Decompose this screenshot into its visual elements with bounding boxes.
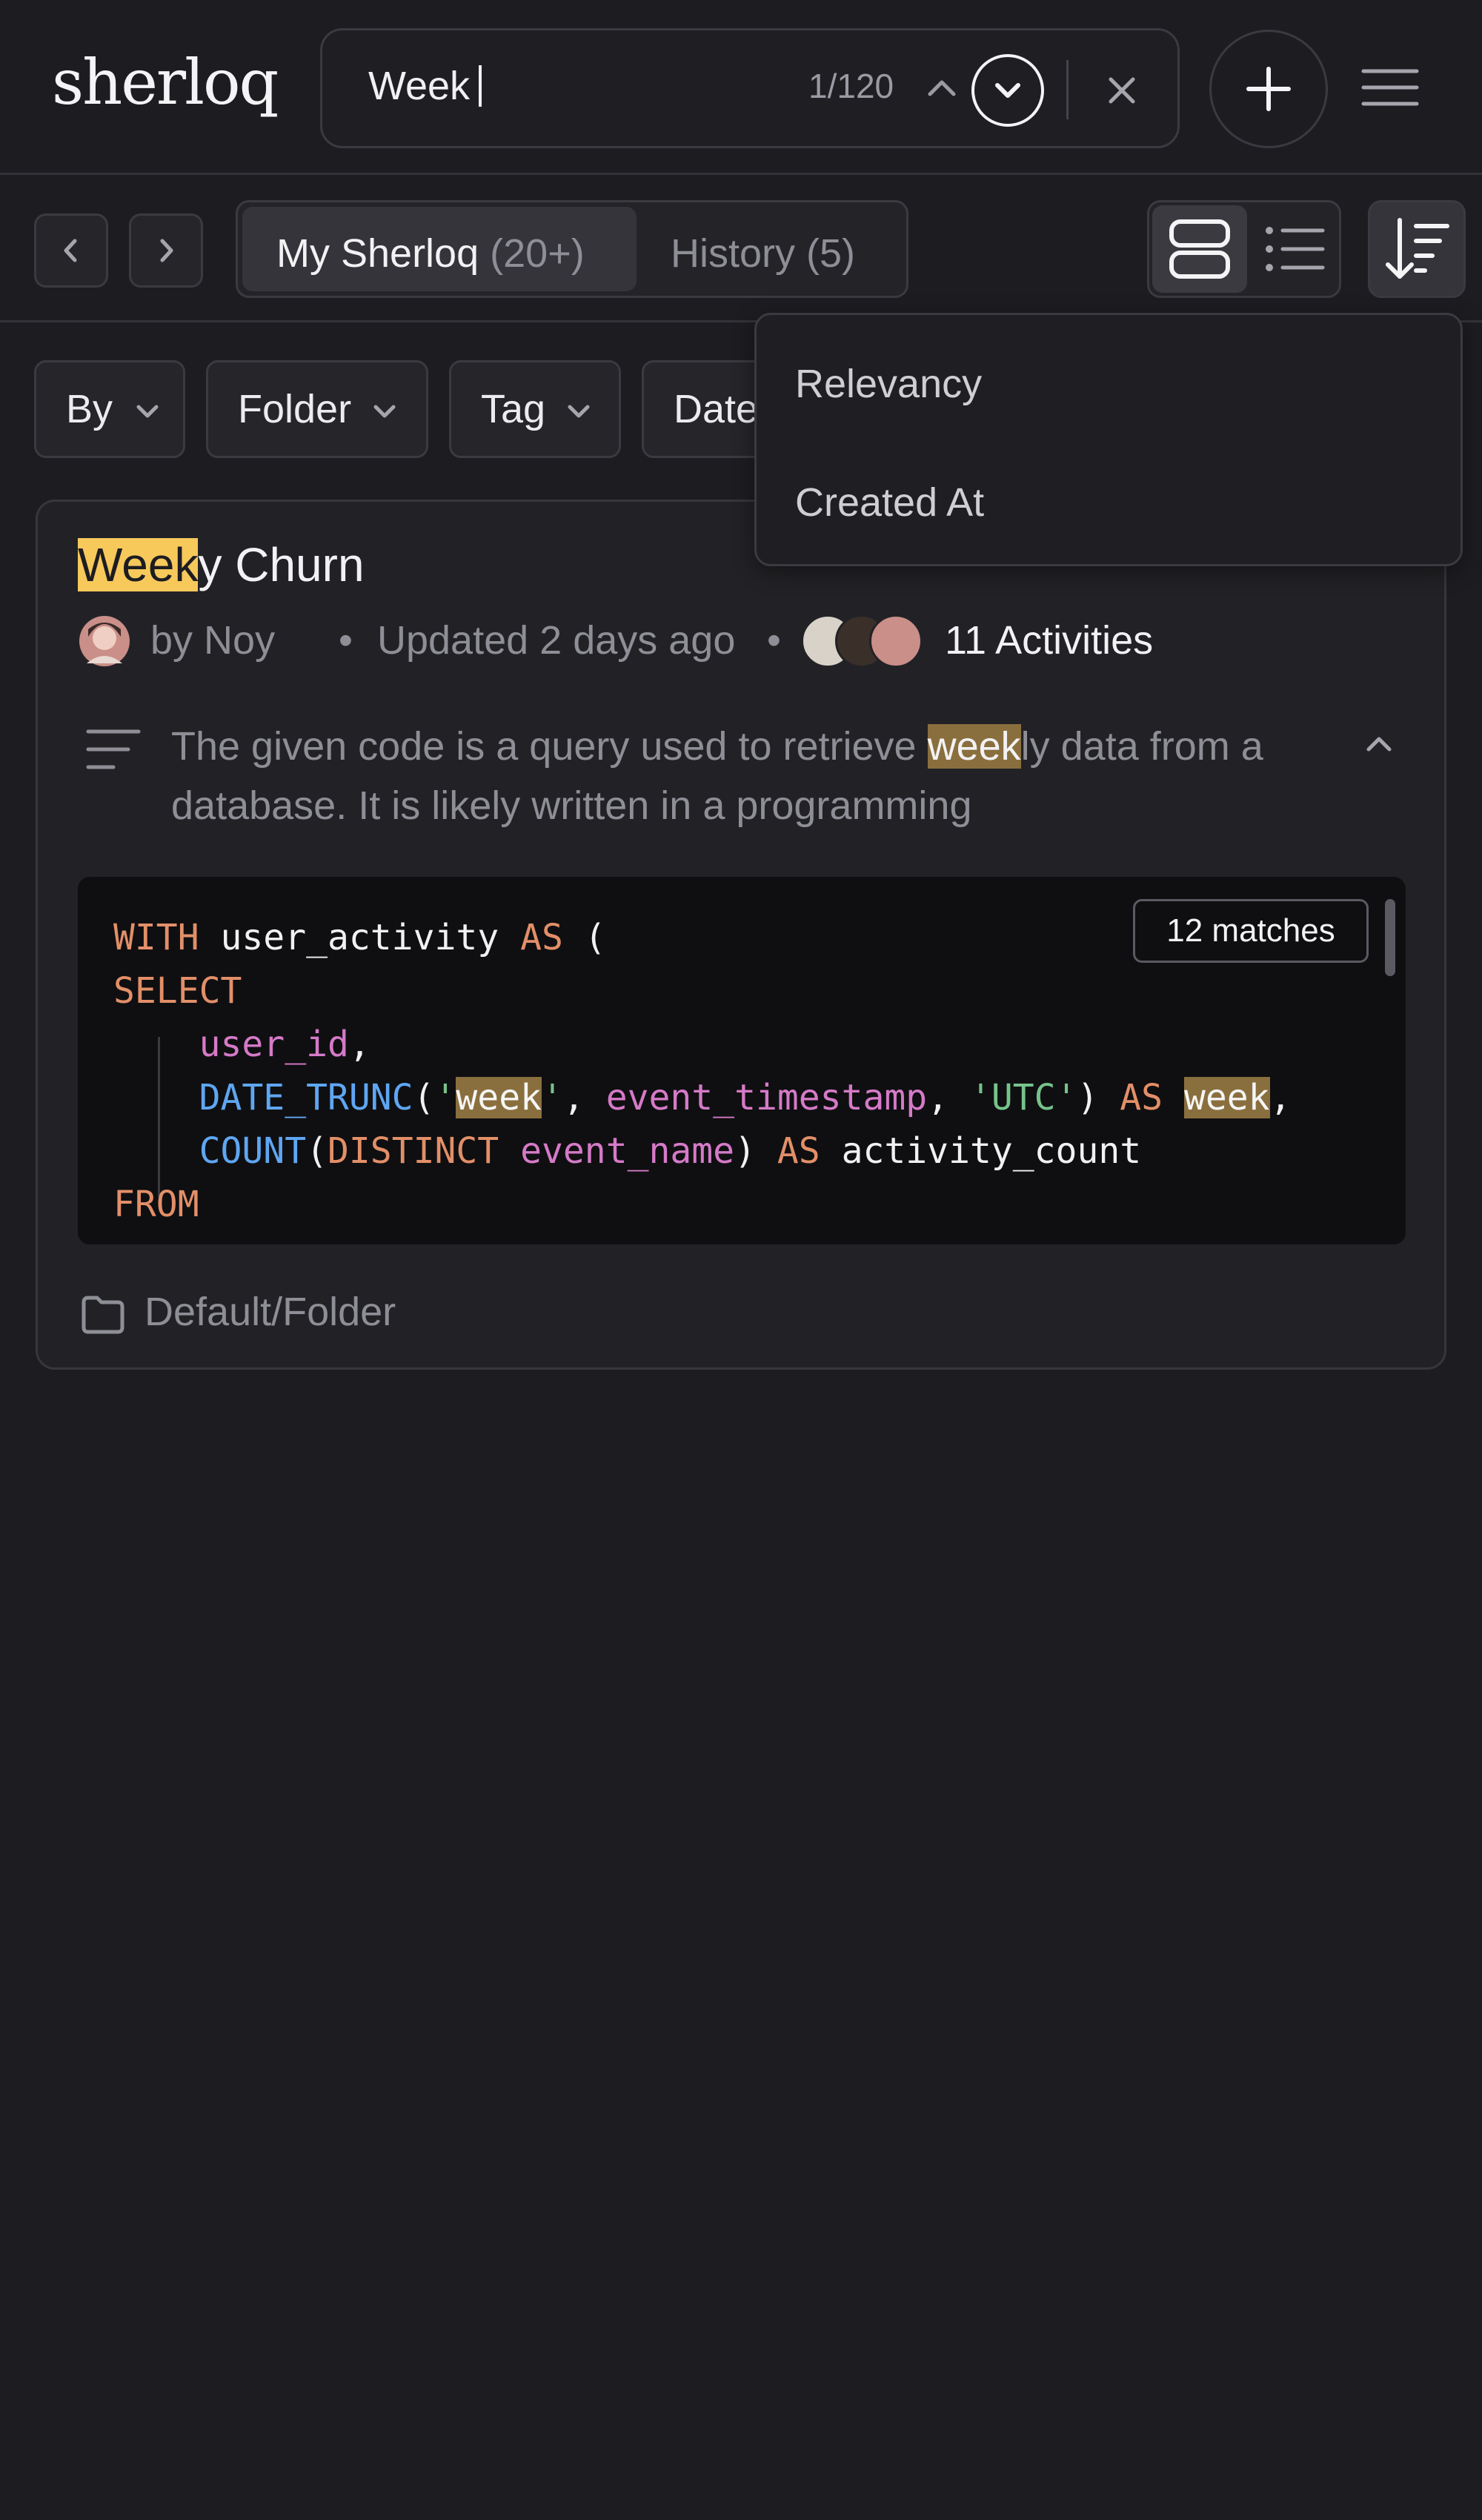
description-text: The given code is a query used to retrie…	[171, 724, 928, 769]
forward-button[interactable]	[129, 213, 203, 288]
view-tabs: My Sherloq (20+) History (5)	[236, 200, 908, 298]
app-logo[interactable]: sherloq	[52, 46, 279, 119]
code-preview[interactable]: WITH user_activity AS ( SELECT user_id, …	[78, 877, 1406, 1244]
tab-label-text: My Sherloq	[276, 231, 479, 276]
description-icon	[84, 724, 143, 776]
tab-count: (5)	[806, 231, 856, 276]
card-view-button[interactable]	[1152, 205, 1247, 293]
chevron-down-icon	[568, 405, 590, 418]
match-counter: 1/120	[808, 67, 894, 105]
description-match-highlight: week	[927, 724, 1021, 769]
chevron-right-icon	[160, 239, 173, 262]
search-divider	[1066, 60, 1069, 119]
card-title[interactable]: Weeky Churn	[78, 537, 365, 592]
add-button[interactable]	[1209, 30, 1328, 148]
filter-by-label: By	[66, 387, 113, 431]
sort-option-relevancy[interactable]: Relevancy	[795, 361, 982, 407]
meta-dot: •	[339, 618, 353, 663]
folder-path[interactable]: Default/Folder	[144, 1289, 396, 1335]
clear-search-button[interactable]	[1096, 64, 1148, 116]
updated-time: Updated 2 days ago	[377, 618, 736, 663]
app-header: sherloq Week 1/120	[0, 0, 1482, 175]
filter-folder-label: Folder	[238, 387, 352, 431]
next-match-button[interactable]	[971, 54, 1044, 127]
tab-count: (20+)	[490, 231, 585, 276]
tab-my-sherloq-label: My Sherloq (20+)	[276, 231, 585, 276]
card-description: The given code is a query used to retrie…	[171, 717, 1327, 835]
chevron-down-icon	[136, 405, 159, 418]
tab-label-text: History	[671, 231, 796, 276]
author-avatar	[78, 614, 131, 668]
filter-tag[interactable]: Tag	[449, 360, 621, 458]
filter-date-label: Date	[674, 387, 759, 431]
view-toggle	[1147, 200, 1341, 298]
close-icon	[1109, 77, 1135, 104]
sort-menu: Relevancy Created At	[754, 313, 1463, 566]
chevron-down-icon	[995, 83, 1020, 98]
list-view-icon	[1266, 227, 1325, 271]
plus-icon	[1246, 67, 1291, 111]
author-name[interactable]: by Noy	[150, 617, 275, 663]
menu-button[interactable]	[1360, 58, 1420, 117]
previous-match-button[interactable]	[920, 66, 964, 110]
search-input-value: Week	[368, 64, 471, 108]
search-bar[interactable]: Week 1/120	[320, 28, 1180, 148]
activity-avatars[interactable]	[801, 614, 949, 674]
back-button[interactable]	[34, 213, 108, 288]
filter-folder[interactable]: Folder	[206, 360, 428, 458]
activities-count[interactable]: 11 Activities	[945, 617, 1153, 663]
title-match-highlight: Week	[78, 538, 199, 591]
tab-history[interactable]: History (5)	[638, 207, 905, 291]
matches-badge: 12 matches	[1133, 899, 1369, 963]
chevron-left-icon	[64, 239, 77, 262]
folder-icon	[79, 1290, 127, 1338]
code-scrollbar[interactable]	[1385, 899, 1395, 976]
meta-dot: •	[767, 618, 781, 663]
collapse-description-button[interactable]	[1357, 723, 1401, 767]
sort-button[interactable]	[1368, 200, 1466, 298]
filter-by[interactable]: By	[34, 360, 185, 458]
filter-tag-label: Tag	[481, 387, 546, 431]
list-view-button[interactable]	[1249, 205, 1340, 293]
sort-descending-icon	[1386, 218, 1449, 279]
text-caret	[479, 65, 482, 107]
code-block: WITH user_activity AS ( SELECT user_id, …	[113, 917, 1292, 1225]
hamburger-icon	[1361, 69, 1419, 106]
search-input[interactable]: Week	[368, 63, 482, 109]
result-card[interactable]: Weeky Churn by Noy • Updated 2 days ago …	[36, 500, 1446, 1370]
avatar-noy	[79, 616, 130, 666]
title-rest: y Churn	[198, 538, 365, 591]
chevron-up-icon	[1366, 737, 1392, 752]
chevron-up-icon	[928, 80, 956, 96]
avatar	[869, 614, 923, 668]
tab-my-sherloq[interactable]: My Sherloq (20+)	[242, 207, 637, 291]
sort-option-created-at[interactable]: Created At	[795, 480, 984, 525]
tab-history-label: History (5)	[671, 231, 855, 276]
chevron-down-icon	[373, 405, 396, 418]
text-lines-icon	[86, 729, 141, 769]
card-view-icon	[1169, 219, 1230, 279]
